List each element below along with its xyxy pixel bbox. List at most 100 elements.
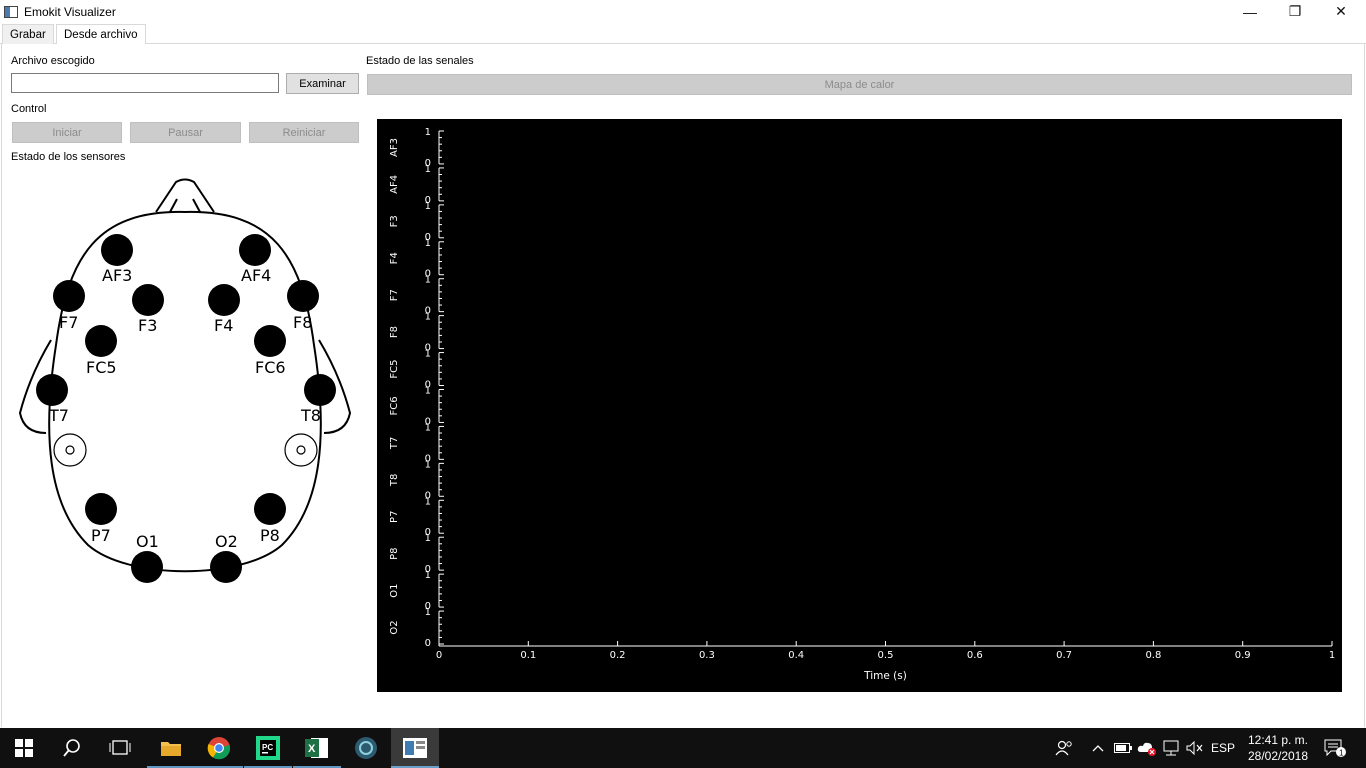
cloud-error-icon[interactable] xyxy=(1136,728,1158,768)
reset-button[interactable]: Reiniciar xyxy=(249,122,359,143)
notification-count: 1 xyxy=(1339,749,1344,758)
head-outline xyxy=(18,178,352,573)
x-tick-label: 0 xyxy=(436,650,442,661)
electrode-f8 xyxy=(287,280,319,312)
window-title: Emokit Visualizer xyxy=(24,4,116,19)
x-tick-label: 1 xyxy=(1329,650,1335,661)
restore-button[interactable]: ❐ xyxy=(1272,0,1318,23)
signal-plot: 1 0 AF3 1 0 AF4 1 0 F3 1 0 F4 1 0 F7 1 0 F8 1 0 FC5 1 0 FC6 1 0 T7… xyxy=(377,119,1342,692)
channel-label-o1: O1 xyxy=(389,583,400,597)
electrode-label-f7: F7 xyxy=(59,313,79,332)
sensor-head-map: AF3 AF4 F3 F4 F7 F8 FC5 FC6 T7 T8 P7 P8 … xyxy=(18,175,352,585)
electrode-label-p7: P7 xyxy=(91,526,111,545)
clock-time: 12:41 p. m. xyxy=(1247,733,1309,747)
x-tick-label: 0.8 xyxy=(1145,650,1161,661)
excel-icon[interactable]: X xyxy=(293,728,341,768)
channel-tick-label: 1 xyxy=(425,238,431,249)
svg-text:X: X xyxy=(308,743,316,755)
electrode-label-fc6: FC6 xyxy=(255,358,286,377)
restore-icon: ❐ xyxy=(1288,3,1302,19)
electrode-label-f3: F3 xyxy=(138,316,158,335)
channel-label-fc6: FC6 xyxy=(389,396,400,415)
app-icon xyxy=(4,5,18,18)
electrode-fc5 xyxy=(85,325,117,357)
electrode-label-p8: P8 xyxy=(260,526,280,545)
tab-grabar[interactable]: Grabar xyxy=(2,24,54,44)
file-path-input[interactable] xyxy=(11,73,279,93)
channel-label-f3: F3 xyxy=(389,215,400,227)
network-icon[interactable] xyxy=(1160,728,1182,768)
electrode-af4 xyxy=(239,234,271,266)
electrode-p7 xyxy=(85,493,117,525)
channel-tick-label: 1 xyxy=(425,533,431,544)
electrode-label-f4: F4 xyxy=(214,316,234,335)
taskbar: PC X ESP 12:41 p. m. 28/02/2018 1 xyxy=(0,728,1366,768)
file-explorer-icon[interactable] xyxy=(147,728,195,768)
svg-text:PC: PC xyxy=(262,743,273,752)
x-tick-label: 0.7 xyxy=(1056,650,1072,661)
channel-tick-label: 1 xyxy=(425,459,431,470)
electrode-label-o1: O1 xyxy=(136,532,159,551)
channel-tick-label: 1 xyxy=(425,312,431,323)
minimize-icon: — xyxy=(1243,3,1257,20)
volume-muted-icon[interactable] xyxy=(1184,728,1206,768)
chevron-up-icon[interactable] xyxy=(1088,728,1108,768)
browse-button[interactable]: Examinar xyxy=(286,73,359,94)
emokit-visualizer-taskbar-icon[interactable] xyxy=(391,728,439,768)
people-icon[interactable] xyxy=(1052,728,1076,768)
channel-label-af4: AF4 xyxy=(389,175,400,194)
channel-tick-label: 1 xyxy=(425,607,431,618)
task-view-icon[interactable] xyxy=(96,728,144,768)
minimize-button[interactable]: — xyxy=(1227,0,1273,23)
channel-label-p7: P7 xyxy=(389,511,400,523)
electrode-f4 xyxy=(208,284,240,316)
channel-tick-label: 1 xyxy=(425,496,431,507)
signals-label: Estado de las senales xyxy=(366,55,474,67)
channel-tick-label: 1 xyxy=(425,127,431,138)
electrode-o2 xyxy=(210,551,242,583)
electrode-label-af3: AF3 xyxy=(102,266,133,285)
title-bar: Emokit Visualizer — ❐ ✕ xyxy=(0,0,1366,23)
close-button[interactable]: ✕ xyxy=(1318,0,1364,23)
pycharm-icon[interactable]: PC xyxy=(244,728,292,768)
app-circle-icon[interactable] xyxy=(342,728,390,768)
sensors-label: Estado de los sensores xyxy=(11,151,126,163)
battery-icon[interactable] xyxy=(1112,728,1134,768)
tab-desde-archivo[interactable]: Desde archivo xyxy=(56,24,146,45)
channel-label-p8: P8 xyxy=(389,547,400,559)
channel-label-fc5: FC5 xyxy=(389,359,400,378)
signal-plot-svg: 10AF310AF410F310F410F710F810FC510FC610T7… xyxy=(389,127,1335,682)
file-label: Archivo escogido xyxy=(11,55,95,67)
electrode-t7 xyxy=(36,374,68,406)
notifications-icon[interactable]: 1 xyxy=(1320,728,1350,768)
channel-tick-label: 1 xyxy=(425,275,431,286)
windows-start-icon[interactable] xyxy=(0,728,48,768)
electrode-o1 xyxy=(131,551,163,583)
clock[interactable]: 12:41 p. m. 28/02/2018 xyxy=(1236,732,1320,764)
channel-tick-label: 1 xyxy=(425,201,431,212)
electrode-label-o2: O2 xyxy=(215,532,238,551)
electrode-fc6 xyxy=(254,325,286,357)
control-label: Control xyxy=(11,103,47,115)
channel-label-t7: T7 xyxy=(389,437,400,450)
pause-button[interactable]: Pausar xyxy=(130,122,241,143)
electrode-af3 xyxy=(101,234,133,266)
search-icon[interactable] xyxy=(48,728,96,768)
start-button[interactable]: Iniciar xyxy=(12,122,122,143)
electrode-label-t8: T8 xyxy=(301,406,321,425)
channel-tick-label: 1 xyxy=(425,349,431,360)
x-tick-label: 0.9 xyxy=(1235,650,1251,661)
electrode-f7 xyxy=(53,280,85,312)
channel-label-f7: F7 xyxy=(389,289,400,301)
channel-label-o2: O2 xyxy=(389,620,400,634)
language-indicator[interactable]: ESP xyxy=(1208,728,1238,768)
electrode-f3 xyxy=(132,284,164,316)
chrome-icon[interactable] xyxy=(195,728,243,768)
channel-label-af3: AF3 xyxy=(389,138,400,157)
x-tick-label: 0.3 xyxy=(699,650,715,661)
tab-bar: Grabar Desde archivo xyxy=(0,24,1366,45)
heatmap-button[interactable]: Mapa de calor xyxy=(367,74,1352,95)
electrode-p8 xyxy=(254,493,286,525)
channel-tick-label: 0 xyxy=(425,638,431,649)
channel-tick-label: 1 xyxy=(425,570,431,581)
